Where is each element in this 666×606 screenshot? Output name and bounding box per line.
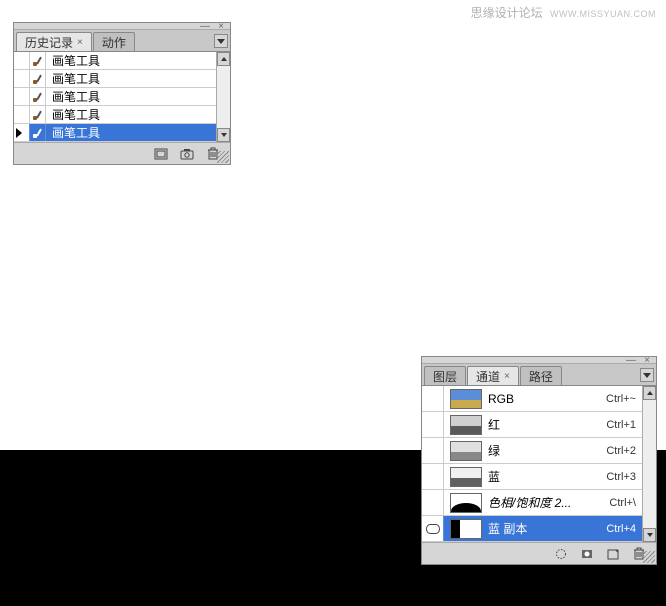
history-source-toggle[interactable] bbox=[14, 52, 30, 69]
scrollbar[interactable] bbox=[216, 52, 230, 142]
channel-shortcut: Ctrl+1 bbox=[606, 419, 642, 431]
visibility-toggle[interactable] bbox=[422, 412, 444, 437]
channel-row[interactable]: RGBCtrl+~ bbox=[422, 386, 656, 412]
scroll-track[interactable] bbox=[643, 400, 656, 528]
channel-row[interactable]: 蓝 副本Ctrl+4 bbox=[422, 516, 656, 542]
history-list: 画笔工具画笔工具画笔工具画笔工具画笔工具 bbox=[14, 52, 230, 142]
channel-shortcut: Ctrl+3 bbox=[606, 471, 642, 483]
channels-tabs: 图层 通道 × 路径 bbox=[422, 364, 656, 386]
scroll-up-icon[interactable] bbox=[643, 386, 656, 400]
visibility-toggle[interactable] bbox=[422, 464, 444, 489]
scroll-track[interactable] bbox=[217, 66, 230, 128]
history-row[interactable]: 画笔工具 bbox=[14, 70, 230, 88]
tab-paths[interactable]: 路径 bbox=[520, 366, 562, 385]
history-source-toggle[interactable] bbox=[14, 88, 30, 105]
resize-grip[interactable] bbox=[217, 151, 229, 163]
channel-label: 蓝 副本 bbox=[488, 520, 606, 537]
history-tabs: 历史记录 × 动作 bbox=[14, 30, 230, 52]
panel-menu-button[interactable] bbox=[214, 34, 228, 48]
channel-thumbnail bbox=[450, 441, 482, 461]
history-row-label: 画笔工具 bbox=[46, 124, 100, 141]
save-selection-icon[interactable] bbox=[578, 546, 596, 562]
brush-icon bbox=[30, 70, 46, 87]
channel-row[interactable]: 绿Ctrl+2 bbox=[422, 438, 656, 464]
watermark-url: WWW.MISSYUAN.COM bbox=[550, 9, 656, 19]
watermark: 思缘设计论坛 WWW.MISSYUAN.COM bbox=[471, 4, 656, 21]
tab-history[interactable]: 历史记录 × bbox=[16, 32, 92, 51]
channel-thumbnail bbox=[450, 519, 482, 539]
channel-label: RGB bbox=[488, 392, 606, 406]
channel-row[interactable]: 色相/饱和度 2...Ctrl+\ bbox=[422, 490, 656, 516]
visibility-toggle[interactable] bbox=[422, 490, 444, 515]
history-footer bbox=[14, 142, 230, 164]
watermark-text: 思缘设计论坛 bbox=[471, 6, 543, 20]
tab-channels[interactable]: 通道 × bbox=[467, 366, 519, 385]
history-row[interactable]: 画笔工具 bbox=[14, 88, 230, 106]
history-panel-header[interactable]: — × bbox=[14, 23, 230, 30]
load-selection-icon[interactable] bbox=[552, 546, 570, 562]
channel-row[interactable]: 红Ctrl+1 bbox=[422, 412, 656, 438]
channel-shortcut: Ctrl+~ bbox=[606, 393, 642, 405]
channel-shortcut: Ctrl+4 bbox=[606, 523, 642, 535]
scrollbar[interactable] bbox=[642, 386, 656, 542]
tab-layers[interactable]: 图层 bbox=[424, 366, 466, 385]
eye-icon bbox=[426, 524, 440, 534]
visibility-toggle[interactable] bbox=[422, 516, 444, 541]
close-icon[interactable]: × bbox=[77, 37, 83, 48]
channel-shortcut: Ctrl+\ bbox=[609, 497, 642, 509]
channel-thumbnail bbox=[450, 389, 482, 409]
channels-panel: — × 图层 通道 × 路径 RGBCtrl+~红Ctrl+1绿Ctrl+2蓝C… bbox=[421, 356, 657, 565]
panel-menu-button[interactable] bbox=[640, 368, 654, 382]
visibility-toggle[interactable] bbox=[422, 438, 444, 463]
tab-layers-label: 图层 bbox=[433, 368, 457, 385]
channels-footer bbox=[422, 542, 656, 564]
channels-list: RGBCtrl+~红Ctrl+1绿Ctrl+2蓝Ctrl+3色相/饱和度 2..… bbox=[422, 386, 656, 542]
tab-channels-label: 通道 bbox=[476, 368, 500, 385]
history-row-label: 画笔工具 bbox=[46, 88, 100, 105]
channel-label: 红 bbox=[488, 416, 606, 433]
history-row[interactable]: 画笔工具 bbox=[14, 106, 230, 124]
channel-label: 色相/饱和度 2... bbox=[488, 494, 609, 511]
channel-row[interactable]: 蓝Ctrl+3 bbox=[422, 464, 656, 490]
close-icon[interactable]: × bbox=[504, 371, 510, 382]
tab-history-label: 历史记录 bbox=[25, 34, 73, 51]
history-source-toggle[interactable] bbox=[14, 106, 30, 123]
channels-panel-header[interactable]: — × bbox=[422, 357, 656, 364]
history-row-label: 画笔工具 bbox=[46, 52, 100, 69]
new-channel-icon[interactable] bbox=[604, 546, 622, 562]
tab-paths-label: 路径 bbox=[529, 368, 553, 385]
tab-actions[interactable]: 动作 bbox=[93, 32, 135, 51]
scroll-up-icon[interactable] bbox=[217, 52, 230, 66]
snapshot-icon[interactable] bbox=[178, 146, 196, 162]
history-source-toggle[interactable] bbox=[14, 70, 30, 87]
channel-label: 蓝 bbox=[488, 468, 606, 485]
brush-icon bbox=[30, 88, 46, 105]
channel-thumbnail bbox=[450, 467, 482, 487]
history-panel: — × 历史记录 × 动作 画笔工具画笔工具画笔工具画笔工具画笔工具 bbox=[13, 22, 231, 165]
brush-icon bbox=[30, 52, 46, 69]
history-row-label: 画笔工具 bbox=[46, 70, 100, 87]
resize-grip[interactable] bbox=[643, 551, 655, 563]
brush-icon bbox=[30, 124, 46, 141]
visibility-toggle[interactable] bbox=[422, 386, 444, 411]
history-pointer-icon bbox=[16, 128, 22, 138]
channel-label: 绿 bbox=[488, 442, 606, 459]
new-doc-from-state-icon[interactable] bbox=[152, 146, 170, 162]
channel-thumbnail bbox=[450, 415, 482, 435]
channel-shortcut: Ctrl+2 bbox=[606, 445, 642, 457]
history-row-label: 画笔工具 bbox=[46, 106, 100, 123]
scroll-down-icon[interactable] bbox=[643, 528, 656, 542]
history-row[interactable]: 画笔工具 bbox=[14, 52, 230, 70]
scroll-down-icon[interactable] bbox=[217, 128, 230, 142]
tab-actions-label: 动作 bbox=[102, 34, 126, 51]
history-row[interactable]: 画笔工具 bbox=[14, 124, 230, 142]
channel-thumbnail bbox=[450, 493, 482, 513]
brush-icon bbox=[30, 106, 46, 123]
